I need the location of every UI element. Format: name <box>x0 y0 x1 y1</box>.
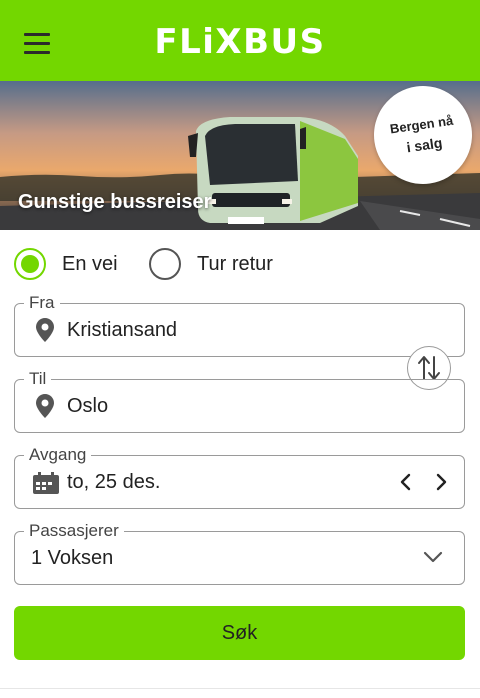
one-way-radio[interactable]: En vei <box>14 245 118 283</box>
passengers-select[interactable]: Passasjerer 1 Voksen <box>14 521 465 585</box>
radio-unchecked-icon[interactable] <box>149 248 181 280</box>
from-label: Fra <box>24 293 60 313</box>
to-field[interactable]: Til Oslo <box>14 369 465 433</box>
location-pin-icon <box>36 394 54 418</box>
to-value: Oslo <box>67 395 109 417</box>
flixbus-logo[interactable]: FLiXBUS <box>0 22 480 62</box>
radio-checked-icon[interactable] <box>14 248 46 280</box>
round-trip-label: Tur retur <box>197 252 273 275</box>
top-bar: FLiXBUS <box>0 0 480 81</box>
from-value: Kristiansand <box>67 319 178 341</box>
next-date-chevron-icon[interactable] <box>435 472 449 492</box>
search-button[interactable]: Søk <box>14 606 465 660</box>
trip-type-selector: En vei Tur retur <box>14 245 464 283</box>
departure-label: Avgang <box>24 445 92 465</box>
one-way-label: En vei <box>62 252 118 275</box>
swap-arrows-icon <box>418 356 440 380</box>
chevron-down-icon <box>423 551 443 563</box>
round-trip-radio[interactable]: Tur retur <box>149 245 273 283</box>
to-label: Til <box>24 369 52 389</box>
previous-date-chevron-icon[interactable] <box>398 472 412 492</box>
location-pin-icon <box>36 318 54 342</box>
departure-value: to, 25 des. <box>67 471 161 493</box>
passengers-value: 1 Voksen <box>31 547 114 569</box>
passengers-label: Passasjerer <box>24 521 124 541</box>
hero-caption: Gunstige bussreiser <box>18 191 212 213</box>
departure-date-field[interactable]: Avgang to, 25 des. <box>14 445 465 509</box>
from-field[interactable]: Fra Kristiansand <box>14 293 465 357</box>
calendar-icon <box>33 472 59 494</box>
divider <box>0 688 480 689</box>
